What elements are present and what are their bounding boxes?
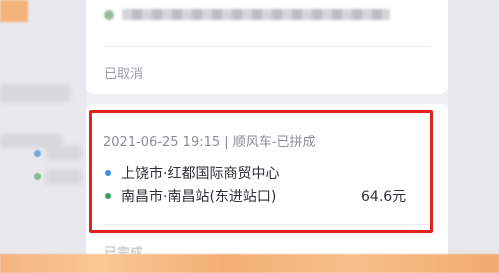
- previous-order-card[interactable]: 已取消: [86, 0, 448, 94]
- blue-dot-icon: [105, 170, 111, 176]
- route-end-row: 南昌市·南昌站(东进站口): [105, 186, 276, 206]
- start-location: 上饶市·红都国际商贸中心: [121, 166, 280, 182]
- end-location: 南昌市·南昌站(东进站口): [121, 189, 277, 205]
- blurred-blue-dot-icon: [34, 150, 41, 157]
- bottom-blurred-banner: [0, 254, 499, 273]
- green-dot-icon: [105, 193, 111, 199]
- blurred-location-icon: [104, 10, 114, 20]
- blurred-text: [0, 84, 70, 102]
- blurred-address: [122, 9, 390, 20]
- order-header: 2021-06-25 19:15 | 顺风车-已拼成: [103, 135, 316, 150]
- blurred-green-dot-icon: [34, 173, 41, 180]
- screenshot-frame: 已取消 已完成 2021-06-25 19:15 | 顺风车-已拼成 上饶市·红…: [0, 0, 499, 273]
- route-start-row: 上饶市·红都国际商贸中心: [105, 163, 279, 183]
- right-blurred-panel: [448, 0, 499, 273]
- blurred-text: [46, 146, 82, 160]
- left-blurred-panel: [0, 0, 86, 273]
- order-price: 64.6元: [361, 189, 407, 205]
- blurred-corner: [0, 0, 28, 22]
- card-divider: [104, 46, 430, 47]
- order-status-cancelled: 已取消: [104, 67, 144, 82]
- blurred-text: [46, 170, 82, 184]
